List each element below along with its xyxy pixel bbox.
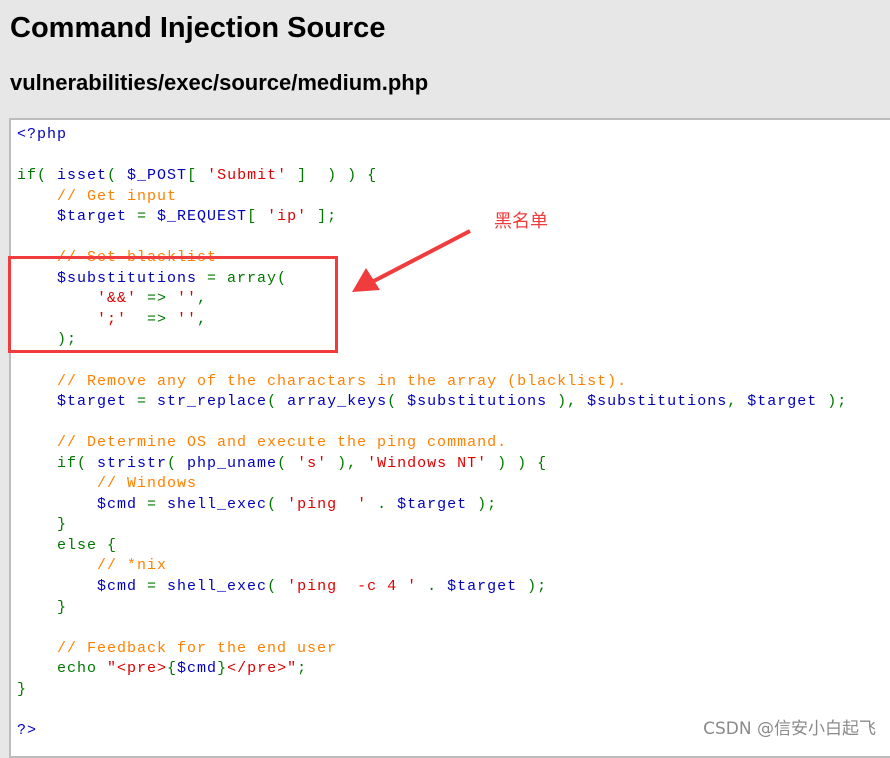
annotation-arrow-icon — [352, 229, 471, 292]
annotation-label: 黑名单 — [494, 211, 548, 232]
watermark: CSDN @信安小白起飞 — [703, 719, 876, 739]
